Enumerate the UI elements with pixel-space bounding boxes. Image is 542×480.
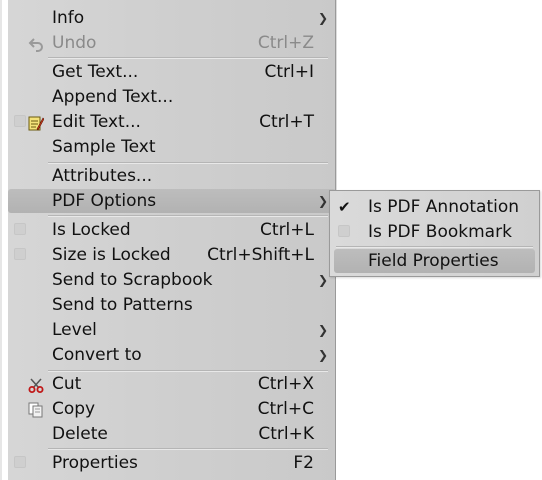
shortcut-label: F2 xyxy=(293,453,314,473)
page-edge xyxy=(336,0,337,190)
checkbox-placeholder xyxy=(14,456,26,468)
chevron-right-icon: ❯ xyxy=(317,348,328,362)
separator xyxy=(48,57,328,59)
menu-item-copy[interactable]: Copy Ctrl+C xyxy=(8,397,336,421)
menu-item-label: Level xyxy=(52,320,97,340)
menu-item-attributes[interactable]: Attributes... xyxy=(8,164,336,188)
menu-item-convert-to[interactable]: Convert to ❯ xyxy=(8,343,336,367)
menu-item-level[interactable]: Level ❯ xyxy=(8,318,336,342)
separator xyxy=(48,215,328,217)
shortcut-label: Ctrl+Shift+L xyxy=(207,245,314,265)
menu-item-send-to-scrapbook[interactable]: Send to Scrapbook ❯ xyxy=(8,268,336,292)
menu-item-label: Info xyxy=(52,8,85,28)
chevron-right-icon: ❯ xyxy=(317,273,328,287)
menu-item-label: Delete xyxy=(52,424,108,444)
shortcut-label: Ctrl+I xyxy=(264,62,314,82)
menu-item-label: Properties xyxy=(52,453,138,473)
checkbox[interactable] xyxy=(338,225,350,237)
menu-item-label: Append Text... xyxy=(52,87,174,107)
menu-item-label: Get Text... xyxy=(52,62,139,82)
page-edge xyxy=(0,0,2,480)
menu-item-label: PDF Options xyxy=(52,191,157,211)
shortcut-label: Ctrl+L xyxy=(260,220,314,240)
pdf-options-submenu: ✔ Is PDF Annotation Is PDF Bookmark Fiel… xyxy=(329,190,540,277)
chevron-right-icon: ❯ xyxy=(317,323,328,337)
menu-item-label: Send to Scrapbook xyxy=(52,270,213,290)
menu-item-label: Size is Locked xyxy=(52,245,171,265)
menu-item-label: Cut xyxy=(52,374,82,394)
menu-item-label: Is PDF Bookmark xyxy=(368,222,512,242)
menu-item-send-to-patterns[interactable]: Send to Patterns xyxy=(8,293,336,317)
menu-item-label: Is Locked xyxy=(52,220,131,240)
shortcut-label: Ctrl+X xyxy=(257,374,314,394)
menu-item-pdf-options[interactable]: PDF Options ❯ xyxy=(8,189,336,213)
shortcut-label: Ctrl+T xyxy=(259,112,314,132)
menu-item-label: Convert to xyxy=(52,345,142,365)
menu-item-label: Edit Text... xyxy=(52,112,141,132)
shortcut-label: Ctrl+K xyxy=(258,424,314,444)
menu-item-label: Sample Text xyxy=(52,137,156,157)
checkbox[interactable] xyxy=(14,248,26,260)
desktop-background: Info ❯ Undo Ctrl+Z Get Text... Ctrl+I Ap… xyxy=(0,0,542,480)
menu-item-label: Copy xyxy=(52,399,96,419)
menu-item-properties[interactable]: Properties F2 xyxy=(8,451,336,475)
menu-item-size-is-locked[interactable]: Size is Locked Ctrl+Shift+L xyxy=(8,243,336,267)
menu-item-delete[interactable]: Delete Ctrl+K xyxy=(8,422,336,446)
submenu-item-is-pdf-annotation[interactable]: ✔ Is PDF Annotation xyxy=(330,195,539,219)
menu-item-label: Attributes... xyxy=(52,166,153,186)
separator xyxy=(336,246,533,248)
menu-item-label: Is PDF Annotation xyxy=(368,197,520,217)
menu-item-label: Send to Patterns xyxy=(52,295,193,315)
shortcut-label: Ctrl+C xyxy=(257,399,314,419)
menu-item-edit-text[interactable]: Edit Text... Ctrl+T xyxy=(8,110,336,134)
menu-item-label: Field Properties xyxy=(368,251,499,271)
edit-text-icon xyxy=(28,114,45,131)
menu-item-sample-text[interactable]: Sample Text xyxy=(8,135,336,159)
menu-item-info[interactable]: Info ❯ xyxy=(8,6,336,30)
separator xyxy=(48,448,328,450)
checkbox[interactable] xyxy=(14,223,26,235)
shortcut-label: Ctrl+Z xyxy=(257,33,314,53)
copy-icon xyxy=(28,401,44,418)
menu-item-undo[interactable]: Undo Ctrl+Z xyxy=(8,31,336,55)
checkbox-placeholder xyxy=(14,115,26,127)
submenu-item-field-properties[interactable]: Field Properties xyxy=(334,249,535,273)
menu-item-label: Undo xyxy=(52,33,97,53)
submenu-item-is-pdf-bookmark[interactable]: Is PDF Bookmark xyxy=(330,220,539,244)
chevron-right-icon: ❯ xyxy=(317,194,328,208)
menu-item-append-text[interactable]: Append Text... xyxy=(8,85,336,109)
menu-item-cut[interactable]: Cut Ctrl+X xyxy=(8,372,336,396)
menu-item-is-locked[interactable]: Is Locked Ctrl+L xyxy=(8,218,336,242)
scissors-icon xyxy=(28,376,44,393)
undo-icon xyxy=(28,35,44,52)
checkmark-icon: ✔ xyxy=(338,198,351,216)
context-menu: Info ❯ Undo Ctrl+Z Get Text... Ctrl+I Ap… xyxy=(8,0,336,480)
menu-item-get-text[interactable]: Get Text... Ctrl+I xyxy=(8,60,336,84)
chevron-right-icon: ❯ xyxy=(317,11,328,25)
